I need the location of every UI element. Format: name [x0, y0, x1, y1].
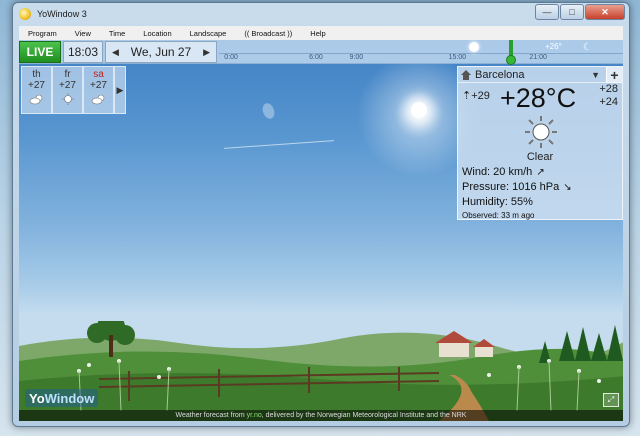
minimize-button[interactable]: — [535, 4, 559, 20]
timeline-tick-label: 0:00 [224, 54, 238, 61]
pressure-trend-icon: ↘ [563, 182, 572, 193]
current-time[interactable]: 18:03 [63, 41, 103, 63]
sun-icon [411, 102, 427, 118]
time-bar: LIVE 18:03 ◀ We, Jun 27 ▶ +26° ☾ 0:00 6:0… [19, 40, 623, 65]
menu-view[interactable]: View [66, 29, 100, 38]
close-button[interactable]: ✕ [585, 4, 625, 20]
temperature-row: ⇡+29 +28°C +28 +24 [458, 83, 622, 113]
high-temperature: +28 [599, 83, 618, 95]
weather-details: Wind: 20 km/h ↗ Pressure: 1016 hPa ↘ Humid… [462, 165, 572, 223]
weather-scene: LIVE 18:03 ◀ We, Jun 27 ▶ +26° ☾ 0:00 6:0… [19, 40, 623, 421]
location-name: Barcelona [475, 68, 525, 81]
prev-day-button[interactable]: ◀ [112, 47, 119, 58]
moon-icon [260, 101, 277, 121]
app-window: YoWindow 3 — □ ✕ Program View Time Locat… [12, 2, 630, 427]
forecast-day-name: th [32, 69, 41, 80]
current-temperature: +28°C [500, 83, 577, 113]
timeline-handle[interactable] [506, 55, 516, 65]
yr-link[interactable]: yr.no [247, 412, 262, 419]
forecast-day[interactable]: sa +27 [83, 66, 114, 114]
window-title: YoWindow 3 [37, 9, 87, 19]
forecast-day-name: fr [64, 69, 71, 80]
partly-cloudy-icon [29, 93, 45, 105]
pressure-info: Pressure: 1016 hPa ↘ [462, 181, 572, 193]
timeline-tick-label: 15:00 [448, 54, 467, 61]
next-day-button[interactable]: ▶ [203, 47, 210, 58]
location-header[interactable]: Barcelona ▼ + [458, 66, 622, 83]
fullscreen-icon[interactable]: ⤢ [603, 393, 619, 407]
observed-time: Observed: 33 m ago [462, 211, 535, 220]
landscape [19, 321, 623, 421]
current-date: We, Jun 27 [130, 45, 192, 59]
contrail [224, 140, 334, 149]
menu-program[interactable]: Program [19, 29, 66, 38]
weather-panel: Barcelona ▼ + ⇡+29 +28°C +28 +24 Clear W… [457, 66, 623, 220]
add-location-button[interactable]: + [606, 66, 622, 83]
location-dropdown-icon[interactable]: ▼ [591, 70, 600, 80]
forecast-day-temp: +27 [59, 80, 76, 91]
timeline-track [219, 53, 623, 54]
forecast-day-temp: +27 [28, 80, 45, 91]
forecast-day[interactable]: th +27 [21, 66, 52, 114]
weather-description: Clear [526, 151, 554, 163]
forecast-day-name: sa [93, 69, 104, 80]
sun-icon [60, 93, 76, 105]
yowindow-logo[interactable]: Yo Window [25, 389, 99, 407]
forecast-strip: th +27 fr +27 sa +27 ▶ [21, 66, 127, 114]
forecast-day-temp: +27 [90, 80, 107, 91]
menu-landscape[interactable]: Landscape [181, 29, 236, 38]
low-temperature: +24 [599, 96, 618, 108]
live-button[interactable]: LIVE [19, 41, 61, 63]
sun-icon [525, 116, 557, 148]
menu-broadcast[interactable]: (( Broadcast )) [235, 29, 301, 38]
timeline-temperature: +26° [545, 42, 562, 51]
menu-help[interactable]: Help [301, 29, 334, 38]
forecast-day[interactable]: fr +27 [52, 66, 83, 114]
wind-info: Wind: 20 km/h ↗ [462, 166, 545, 178]
timeline-sun-icon [469, 42, 479, 52]
home-icon [461, 69, 471, 80]
wind-direction-icon: ↗ [536, 167, 545, 178]
timeline-moon-icon: ☾ [583, 42, 592, 53]
humidity-info: Humidity: 55% [462, 196, 533, 208]
title-bar[interactable]: YoWindow 3 — □ ✕ [13, 3, 629, 25]
maximize-button[interactable]: □ [560, 4, 584, 20]
date-selector[interactable]: ◀ We, Jun 27 ▶ [105, 41, 217, 63]
window-controls: — □ ✕ [535, 4, 625, 20]
forecast-next-button[interactable]: ▶ [114, 66, 126, 114]
menu-bar: Program View Time Location Landscape (( … [19, 26, 623, 40]
menu-location[interactable]: Location [134, 29, 180, 38]
timeline-slider[interactable]: +26° ☾ 0:00 6:00 9:00 15:00 21:00 [219, 40, 623, 65]
footer-credits: Weather forecast from yr.no, delivered b… [19, 410, 623, 421]
app-icon [19, 8, 31, 20]
high-low-temperature: +28 +24 [599, 83, 618, 109]
timeline-tick-label: 9:00 [349, 54, 364, 61]
timeline-tick-label: 21:00 [529, 54, 547, 61]
feels-like-temperature: ⇡+29 [462, 90, 490, 102]
timeline-tick-label: 6:00 [309, 54, 323, 61]
partly-cloudy-icon [91, 93, 107, 105]
menu-time[interactable]: Time [100, 29, 134, 38]
